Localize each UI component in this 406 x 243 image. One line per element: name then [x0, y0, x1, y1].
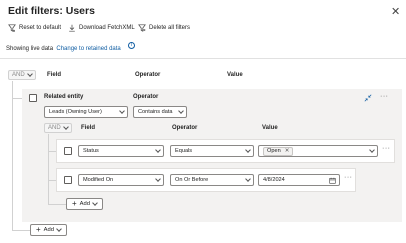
chevron-down-icon	[62, 124, 69, 130]
chevron-down-icon	[245, 147, 251, 153]
delete-all-filters-button[interactable]: Delete all filters	[138, 24, 190, 32]
condition-date-value: 4/8/2024	[263, 177, 285, 183]
root-operator-header: Operator	[135, 72, 161, 78]
condition-more-icon[interactable]: ···	[344, 174, 353, 181]
related-entity-operator-label: Operator	[133, 94, 159, 100]
related-entity-select[interactable]: Leads (Owning User)	[44, 106, 128, 118]
reset-to-default-button[interactable]: Reset to default	[8, 24, 61, 32]
live-data-text: Showing live data	[6, 46, 54, 52]
inner-and-label: AND	[48, 125, 61, 131]
download-fetchxml-button[interactable]: Download FetchXML	[68, 24, 135, 32]
related-entity-value: Leads (Owning User)	[49, 109, 102, 115]
chevron-down-icon	[26, 71, 33, 77]
root-value-header: Value	[227, 72, 243, 78]
condition-field-select[interactable]: Modified On	[78, 174, 164, 186]
condition-field-value: Modified On	[83, 177, 114, 183]
delete-label: Delete all filters	[149, 25, 191, 31]
inner-field-header: Field	[81, 125, 96, 131]
chevron-down-icon	[369, 147, 375, 153]
inner-add-button[interactable]: + Add	[66, 198, 103, 210]
tree-line	[48, 151, 56, 152]
value-tag: Open ✕	[263, 146, 294, 156]
dialog-title: Edit filters: Users	[8, 5, 95, 17]
root-add-button[interactable]: + Add	[30, 224, 67, 236]
condition-operator-select[interactable]: Equals	[170, 145, 254, 157]
condition-checkbox[interactable]	[64, 176, 72, 184]
condition-operator-value: Equals	[175, 148, 193, 154]
condition-value-select[interactable]: Open ✕	[258, 145, 378, 157]
chevron-down-icon	[155, 176, 161, 182]
condition-more-icon[interactable]: ···	[382, 145, 391, 152]
download-label: Download FetchXML	[79, 25, 135, 31]
tree-line	[12, 98, 22, 99]
condition-operator-select[interactable]: On Or Before	[170, 174, 254, 186]
tree-line	[12, 81, 13, 230]
remove-tag-icon[interactable]: ✕	[285, 148, 290, 154]
tree-line	[48, 180, 56, 181]
live-data-bar: Showing live data Change to retained dat…	[6, 46, 121, 52]
close-icon[interactable]: ✕	[391, 5, 400, 18]
chevron-down-icon	[92, 200, 98, 206]
plus-icon: +	[72, 199, 77, 208]
chevron-down-icon	[245, 176, 251, 182]
delete-filter-icon	[138, 24, 146, 32]
related-entity-more-icon[interactable]: ···	[380, 93, 389, 100]
condition-checkbox[interactable]	[64, 147, 72, 155]
tree-line	[48, 204, 66, 205]
related-entity-operator-value: Contains data	[138, 109, 173, 115]
condition-operator-value: On Or Before	[175, 177, 209, 183]
filter-reset-icon	[8, 24, 16, 32]
root-and-operator-select[interactable]: AND	[8, 70, 36, 80]
chevron-down-icon	[119, 108, 125, 114]
inner-add-label: Add	[79, 201, 90, 207]
related-entity-operator-select[interactable]: Contains data	[133, 106, 187, 118]
root-add-label: Add	[43, 227, 54, 233]
collapse-arrows-icon[interactable]	[364, 94, 372, 102]
root-and-label: AND	[12, 72, 25, 78]
plus-icon: +	[36, 225, 41, 234]
reset-label: Reset to default	[19, 25, 62, 31]
inner-operator-header: Operator	[172, 125, 198, 131]
inner-value-header: Value	[262, 125, 278, 131]
related-entity-checkbox[interactable]	[29, 94, 37, 102]
condition-field-value: Status	[83, 148, 99, 154]
info-icon[interactable]: i	[128, 42, 135, 49]
condition-date-input[interactable]: 4/8/2024	[258, 174, 340, 186]
tree-line	[12, 230, 30, 231]
chevron-down-icon	[56, 226, 62, 232]
change-to-retained-data-link[interactable]: Change to retained data	[56, 46, 120, 52]
tree-line	[48, 134, 49, 204]
value-tag-label: Open	[267, 148, 281, 154]
calendar-icon[interactable]	[329, 177, 336, 184]
root-field-header: Field	[47, 72, 62, 78]
condition-field-select[interactable]: Status	[78, 145, 164, 157]
chevron-down-icon	[155, 147, 161, 153]
divider	[0, 58, 406, 59]
download-icon	[69, 24, 75, 32]
chevron-down-icon	[178, 108, 184, 114]
related-entity-label: Related entity	[44, 94, 84, 100]
inner-and-operator-select[interactable]: AND	[44, 123, 72, 133]
